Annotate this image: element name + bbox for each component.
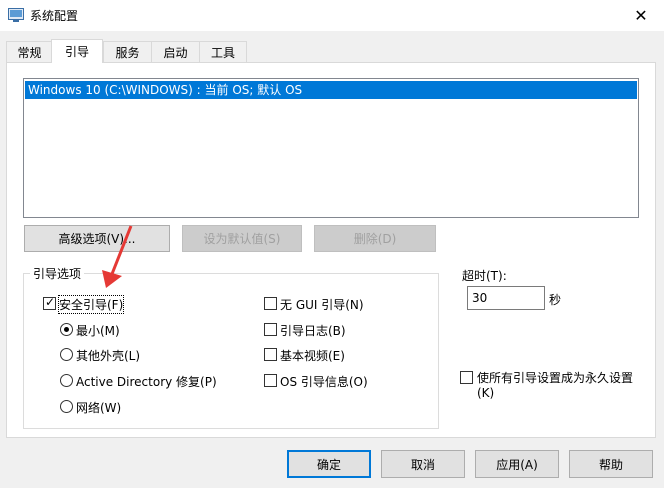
ad-repair-radio[interactable] (60, 374, 73, 387)
checkmark-icon: ✓ (45, 295, 56, 309)
alternate-shell-label[interactable]: 其他外壳(L) (76, 347, 140, 364)
apply-button[interactable]: 应用(A) (475, 450, 559, 478)
title-bar (0, 0, 664, 31)
close-icon: ✕ (634, 6, 648, 25)
tab-tools[interactable]: 工具 (199, 41, 247, 62)
timeout-input[interactable]: 30 (467, 286, 545, 310)
advanced-options-button[interactable]: 高级选项(V)... (24, 225, 170, 252)
help-button[interactable]: 帮助 (569, 450, 653, 478)
os-listbox[interactable]: Windows 10 (C:\WINDOWS) : 当前 OS; 默认 OS (23, 78, 639, 218)
os-boot-info-label[interactable]: OS 引导信息(O) (280, 373, 368, 390)
make-permanent-label[interactable]: 使所有引导设置成为永久设置 (477, 369, 633, 386)
red-arrow-icon (102, 225, 133, 288)
tab-general[interactable]: 常规 (6, 41, 53, 62)
network-radio[interactable] (60, 400, 73, 413)
os-list-item[interactable]: Windows 10 (C:\WINDOWS) : 当前 OS; 默认 OS (25, 81, 637, 99)
minimal-label[interactable]: 最小(M) (76, 322, 120, 339)
make-permanent-label-hotkey[interactable]: (K) (477, 386, 494, 400)
boot-log-checkbox[interactable] (264, 323, 277, 336)
ok-button[interactable]: 确定 (287, 450, 371, 478)
alternate-shell-radio[interactable] (60, 348, 73, 361)
close-button[interactable]: ✕ (618, 0, 664, 31)
base-video-label[interactable]: 基本视频(E) (280, 347, 345, 364)
os-boot-info-checkbox[interactable] (264, 374, 277, 387)
base-video-checkbox[interactable] (264, 348, 277, 361)
tab-services[interactable]: 服务 (103, 41, 152, 62)
network-label[interactable]: 网络(W) (76, 399, 121, 416)
tab-boot[interactable]: 引导 (51, 39, 103, 63)
timeout-label: 超时(T): (462, 269, 507, 283)
tab-startup[interactable]: 启动 (151, 41, 200, 62)
safe-boot-checkbox[interactable]: ✓ (43, 295, 56, 310)
delete-button[interactable]: 删除(D) (314, 225, 436, 252)
make-permanent-checkbox[interactable] (460, 371, 473, 384)
window-title: 系统配置 (30, 9, 79, 23)
system-config-icon (8, 8, 24, 22)
boot-log-label[interactable]: 引导日志(B) (280, 322, 346, 339)
minimal-radio[interactable] (60, 323, 73, 336)
set-default-button[interactable]: 设为默认值(S) (182, 225, 302, 252)
no-gui-boot-checkbox[interactable] (264, 297, 277, 310)
no-gui-boot-label[interactable]: 无 GUI 引导(N) (280, 296, 364, 313)
boot-options-legend: 引导选项 (30, 265, 85, 282)
radio-dot-icon (64, 327, 69, 332)
cancel-button[interactable]: 取消 (381, 450, 465, 478)
timeout-unit: 秒 (549, 293, 562, 307)
safe-boot-label[interactable]: 安全引导(F) (57, 295, 125, 314)
ad-repair-label[interactable]: Active Directory 修复(P) (76, 373, 217, 390)
